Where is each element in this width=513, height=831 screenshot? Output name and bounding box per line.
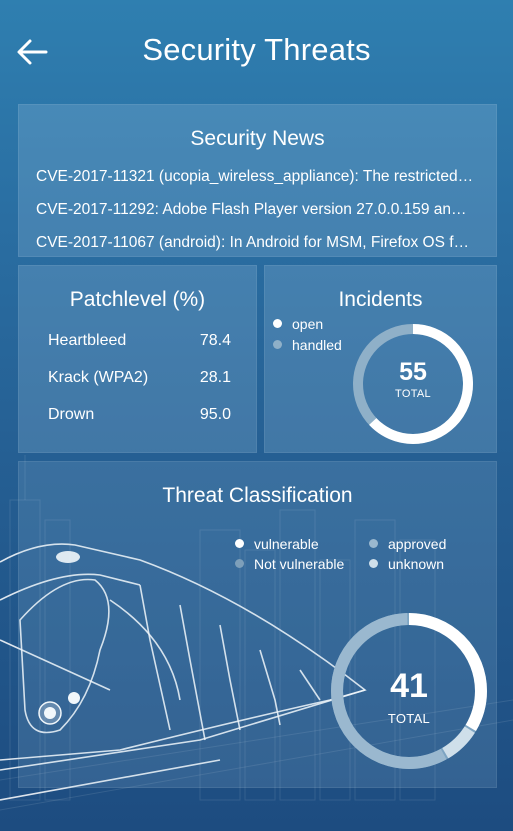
patchlevel-label: Drown — [48, 406, 95, 423]
patchlevel-label: Krack (WPA2) — [48, 369, 149, 386]
patchlevel-label: Heartbleed — [48, 332, 127, 349]
security-news-title: Security News — [190, 127, 325, 150]
legend-item-open[interactable]: open — [273, 316, 323, 332]
legend-label: vulnerable — [254, 536, 319, 552]
security-news-card: Security News CVE-2017-11321 (ucopia_wir… — [18, 104, 497, 257]
legend-label: approved — [388, 536, 447, 552]
news-item[interactable]: CVE-2017-11067 (android): In Android for… — [36, 234, 474, 252]
patchlevel-value: 78.4 — [199, 332, 231, 349]
incidents-total: 55 — [399, 358, 427, 386]
legend-label: Not vulnerable — [254, 556, 345, 572]
legend-dot — [369, 539, 378, 548]
legend-item-not-vulnerable[interactable]: Not vulnerable — [235, 556, 344, 572]
threat-classification-card: Threat Classification vulnerable approve… — [18, 461, 497, 788]
legend-label: open — [292, 316, 324, 332]
legend-dot — [369, 559, 378, 568]
legend-item-unknown[interactable]: unknown — [369, 556, 444, 572]
incidents-card: Incidents open handled 55 TOTAL — [264, 265, 497, 453]
incidents-title: Incidents — [338, 288, 423, 311]
legend-item-vulnerable[interactable]: vulnerable — [235, 536, 319, 552]
threat-total: 41 — [390, 667, 428, 705]
patchlevel-title: Patchlevel (%) — [69, 288, 206, 311]
legend-dot — [235, 539, 244, 548]
patchlevel-value: 95.0 — [199, 406, 231, 423]
header-bar: Security Threats — [0, 0, 513, 100]
legend-item-approved[interactable]: approved — [369, 536, 446, 552]
threat-total-label: TOTAL — [387, 711, 431, 726]
legend-dot — [273, 319, 282, 328]
legend-item-handled[interactable]: handled — [273, 337, 342, 353]
news-item[interactable]: CVE-2017-11321 (ucopia_wireless_applianc… — [36, 168, 474, 186]
patchlevel-row: Heartbleed 78.4 — [48, 332, 231, 354]
legend-dot — [235, 559, 244, 568]
threat-classification-title: Threat Classification — [162, 484, 353, 507]
patchlevel-row: Krack (WPA2) 28.1 — [48, 369, 231, 391]
legend-dot — [273, 340, 282, 349]
legend-label: handled — [292, 337, 342, 353]
legend-label: unknown — [388, 556, 445, 572]
patchlevel-row: Drown 95.0 — [48, 406, 231, 428]
news-item[interactable]: CVE-2017-11292: Adobe Flash Player versi… — [36, 201, 474, 219]
page-title: Security Threats — [142, 32, 371, 67]
patchlevel-value: 28.1 — [199, 369, 231, 386]
patchlevel-card: Patchlevel (%) Heartbleed 78.4 Krack (WP… — [18, 265, 257, 453]
incidents-total-label: TOTAL — [395, 388, 431, 400]
